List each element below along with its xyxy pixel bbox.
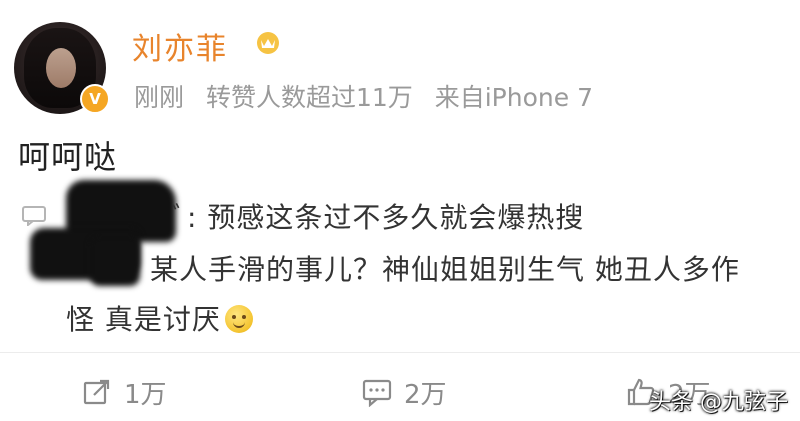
comment-button[interactable]: 2万: [362, 372, 447, 412]
watermark: 头条 @九弦子: [649, 390, 788, 415]
repost-button[interactable]: 1万: [82, 372, 167, 412]
divider: [0, 352, 800, 353]
post-body: 呵呵哒: [18, 138, 118, 176]
redacted-name-fragment: [90, 236, 140, 286]
verified-badge-icon: V: [80, 84, 110, 114]
comment-count: 2万: [404, 379, 447, 410]
post-source[interactable]: 来自iPhone 7: [435, 83, 593, 112]
username[interactable]: 刘亦菲: [132, 24, 228, 68]
quoted-comment-line-1: ﾞ: 预感这条过不多久就会爆热搜: [172, 201, 585, 234]
vip-crown-icon: [257, 32, 279, 54]
avatar-face: [46, 48, 76, 88]
weibo-post: V 刘亦菲 刚刚 转赞人数超过11万 来自iPhone 7 呵呵哒 ﾞ: 预感这…: [0, 0, 800, 421]
smile-emoji-icon: [224, 305, 253, 333]
post-meta: 刚刚 转赞人数超过11万 来自iPhone 7: [134, 78, 607, 114]
post-reposts-text: 转赞人数超过11万: [205, 83, 413, 112]
quoted-comment-line-2: 某人手滑的事儿？神仙姐姐别生气 她丑人多作: [150, 253, 740, 286]
repost-count: 1万: [124, 379, 167, 410]
quoted-comment-line-3-text: 怪 真是讨厌: [66, 303, 221, 336]
comment-bubble-icon: [22, 206, 46, 226]
comment-bubble-icon: [362, 379, 392, 407]
post-time: 刚刚: [134, 83, 185, 112]
quoted-comment-line-3: 怪 真是讨厌: [66, 298, 253, 338]
share-square-icon: [83, 379, 110, 405]
